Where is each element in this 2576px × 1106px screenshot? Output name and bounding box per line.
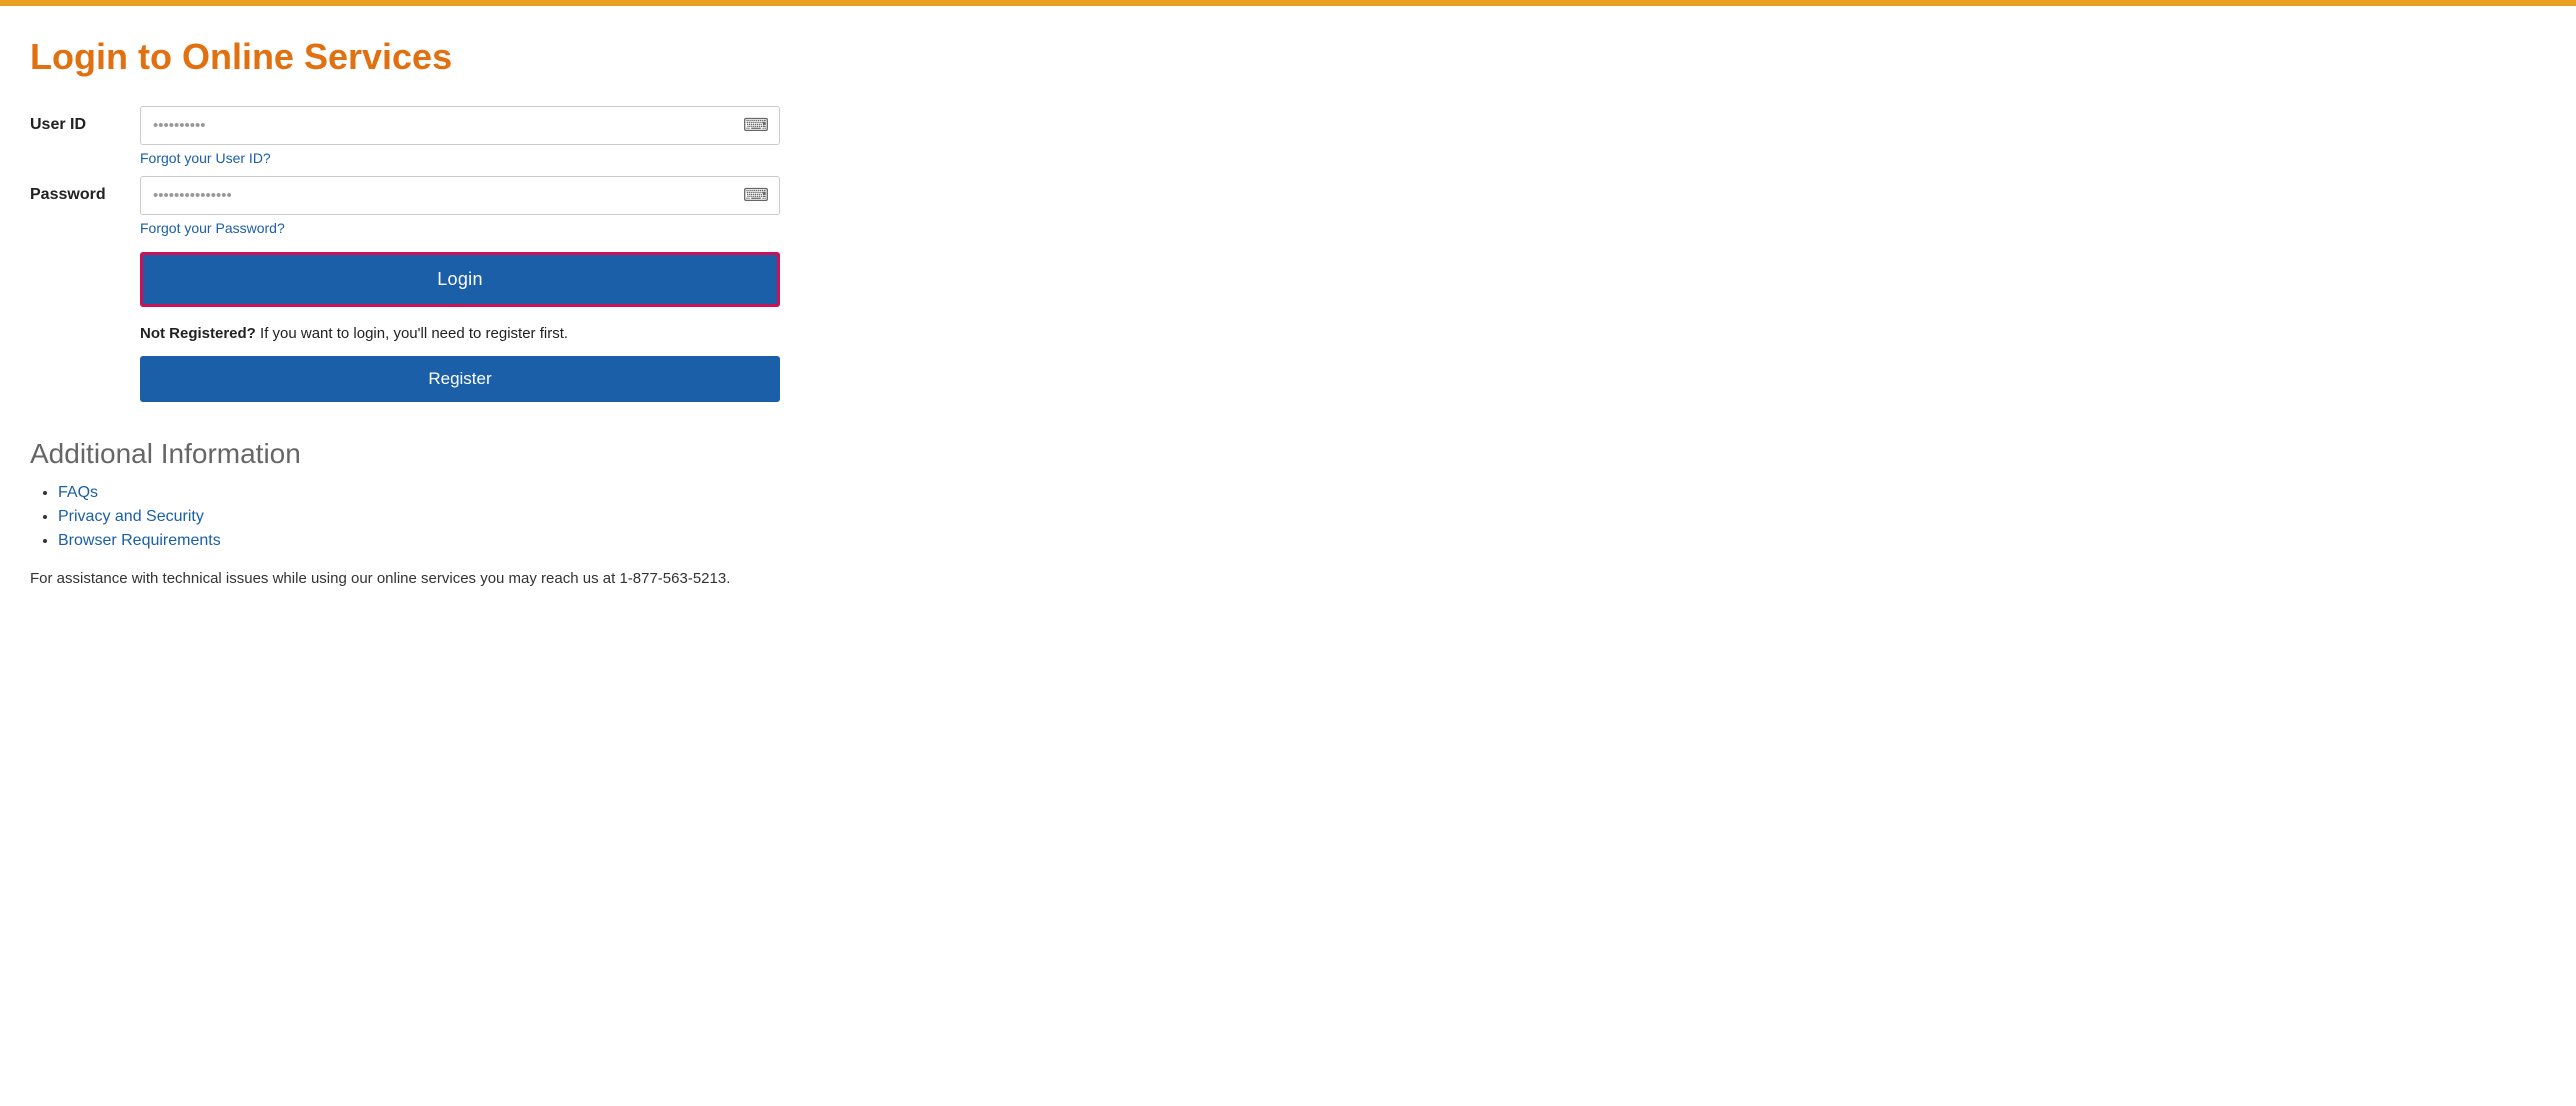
- list-item: FAQs: [58, 484, 830, 502]
- not-registered-label: Not Registered?: [140, 325, 256, 342]
- register-button[interactable]: Register: [140, 356, 780, 402]
- password-label: Password: [30, 176, 140, 204]
- userid-keyboard-icon-button[interactable]: ⌨: [733, 109, 779, 142]
- userid-section: User ID ⌨ Forgot your User ID?: [30, 106, 830, 166]
- not-registered-suffix: If you want to login, you'll need to reg…: [256, 325, 568, 342]
- forgot-password-link[interactable]: Forgot your Password?: [140, 220, 780, 236]
- password-field-row: Password ⌨ Forgot your Password?: [30, 176, 830, 236]
- page-container: Login to Online Services User ID ⌨ Forgo…: [0, 6, 860, 647]
- userid-field-row: User ID ⌨ Forgot your User ID?: [30, 106, 830, 166]
- password-input[interactable]: [141, 177, 733, 214]
- additional-info-section: Additional Information FAQs Privacy and S…: [30, 438, 830, 587]
- userid-input[interactable]: [141, 107, 733, 144]
- userid-input-container: ⌨: [140, 106, 780, 145]
- info-link[interactable]: Privacy and Security: [58, 508, 204, 525]
- userid-label: User ID: [30, 106, 140, 134]
- info-link[interactable]: Browser Requirements: [58, 532, 221, 549]
- password-section: Password ⌨ Forgot your Password?: [30, 176, 830, 236]
- login-button[interactable]: Login: [140, 252, 780, 307]
- not-registered-text: Not Registered? If you want to login, yo…: [140, 325, 830, 342]
- password-keyboard-icon-button[interactable]: ⌨: [733, 179, 779, 212]
- info-list: FAQs Privacy and Security Browser Requirem…: [30, 484, 830, 550]
- additional-info-title: Additional Information: [30, 438, 830, 470]
- password-input-container: ⌨: [140, 176, 780, 215]
- list-item: Browser Requirements: [58, 532, 830, 550]
- login-button-wrapper: Login: [140, 252, 830, 307]
- info-link[interactable]: FAQs: [58, 484, 98, 501]
- keyboard-icon: ⌨: [743, 115, 769, 135]
- keyboard-icon: ⌨: [743, 185, 769, 205]
- password-field-wrapper: ⌨ Forgot your Password?: [140, 176, 780, 236]
- register-button-wrapper: Register: [140, 356, 830, 402]
- userid-field-wrapper: ⌨ Forgot your User ID?: [140, 106, 780, 166]
- page-title: Login to Online Services: [30, 36, 830, 78]
- forgot-userid-link[interactable]: Forgot your User ID?: [140, 150, 780, 166]
- list-item: Privacy and Security: [58, 508, 830, 526]
- assistance-text: For assistance with technical issues whi…: [30, 570, 830, 587]
